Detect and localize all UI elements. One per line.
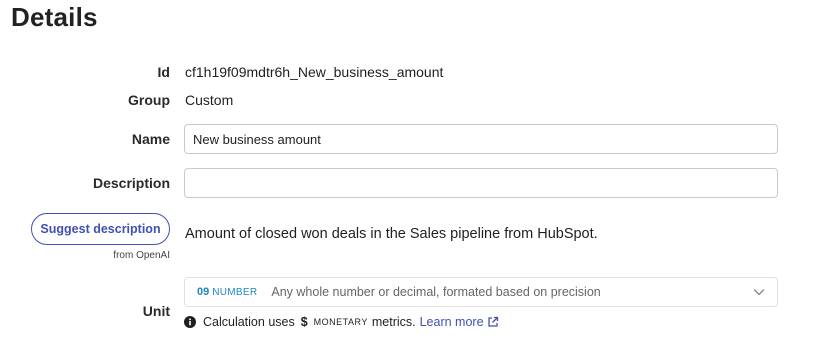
group-value: Custom	[185, 92, 234, 108]
info-icon	[184, 316, 196, 328]
unit-note-keyword: MONETARY	[313, 317, 368, 327]
unit-note-prefix: Calculation uses	[203, 315, 295, 329]
learn-more-label: Learn more	[419, 315, 484, 329]
name-label: Name	[131, 131, 170, 147]
unit-note-symbol: $	[300, 315, 308, 329]
name-input[interactable]	[184, 124, 778, 154]
external-link-icon	[487, 316, 498, 327]
unit-label: Unit	[142, 303, 170, 319]
suggest-description-button[interactable]: Suggest description	[31, 213, 170, 245]
unit-note: Calculation uses $ MONETARY metrics. Lea…	[184, 315, 499, 329]
unit-note-suffix: metrics.	[371, 315, 416, 329]
suggested-description-text: Amount of closed won deals in the Sales …	[185, 226, 598, 242]
learn-more-link[interactable]: Learn more	[420, 315, 499, 329]
unit-select[interactable]: 09 NUMBER Any whole number or decimal, f…	[184, 277, 778, 307]
id-value: cf1h19f09mdtr6h_New_business_amount	[185, 64, 444, 80]
unit-code: 09	[197, 286, 210, 298]
unit-type: NUMBER	[212, 286, 258, 298]
id-label: Id	[157, 64, 170, 80]
description-label: Description	[92, 175, 170, 191]
group-label: Group	[128, 92, 170, 108]
suggestion-source: from OpenAI	[113, 250, 170, 261]
description-input[interactable]	[184, 168, 778, 198]
page-title: Details	[11, 2, 98, 32]
chevron-down-icon	[753, 289, 765, 296]
unit-description: Any whole number or decimal, formated ba…	[271, 285, 601, 299]
